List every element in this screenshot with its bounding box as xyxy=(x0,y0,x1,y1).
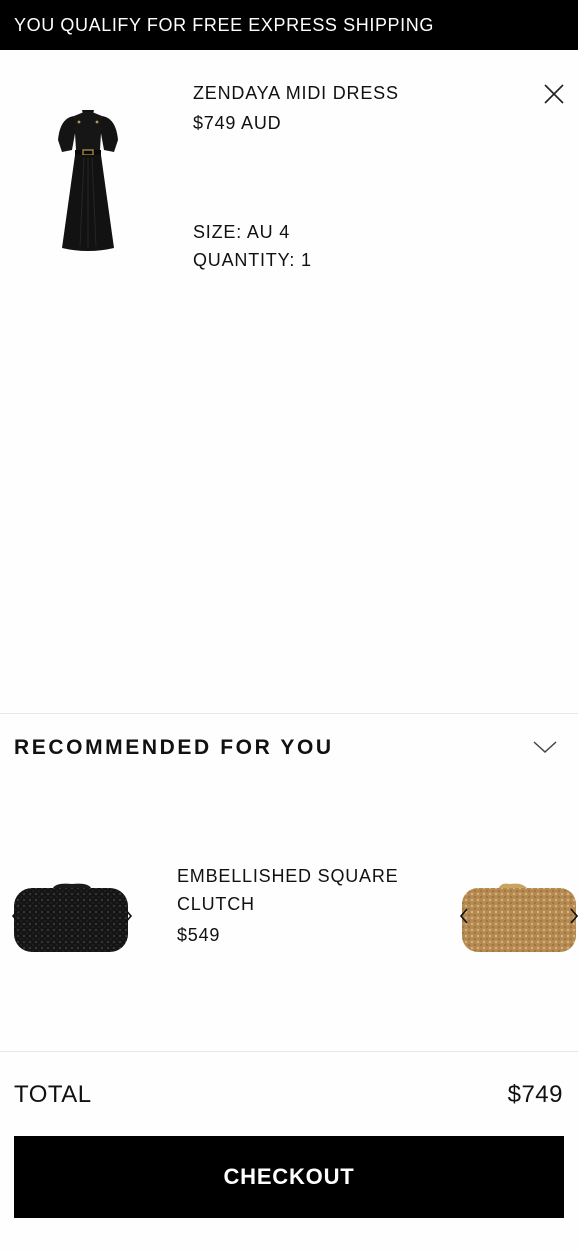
product-quantity: QUANTITY: 1 xyxy=(193,250,312,270)
recommended-product-name-line2[interactable]: CLUTCH xyxy=(177,894,255,915)
recommended-product-price: $549 xyxy=(177,925,221,945)
chevron-right-icon[interactable] xyxy=(120,906,136,926)
total-value: $749 xyxy=(507,1081,563,1108)
recommended-title: RECOMMENDED FOR YOU xyxy=(14,736,334,759)
product-image[interactable] xyxy=(458,880,578,956)
chevron-left-icon[interactable] xyxy=(8,906,24,926)
chevron-down-icon[interactable] xyxy=(530,734,560,760)
checkout-button[interactable]: CHECKOUT xyxy=(14,1136,564,1218)
recommendation-carousel: EMBELLISHED SQUARE CLUTCH $549 xyxy=(0,840,578,990)
free-shipping-banner: YOU QUALIFY FOR FREE EXPRESS SHIPPING xyxy=(0,0,578,50)
product-size: SIZE: AU 4 xyxy=(193,222,291,242)
recommended-product-name[interactable]: EMBELLISHED SQUARE xyxy=(177,866,398,887)
chevron-right-icon[interactable] xyxy=(566,906,578,926)
section-divider xyxy=(0,1051,578,1052)
total-label: TOTAL xyxy=(14,1081,92,1108)
product-image[interactable] xyxy=(48,106,128,256)
close-icon[interactable] xyxy=(540,80,568,108)
section-divider xyxy=(0,713,578,714)
product-image[interactable] xyxy=(10,880,132,956)
product-price: $749 AUD xyxy=(193,113,282,133)
product-name[interactable]: ZENDAYA MIDI DRESS xyxy=(193,83,399,104)
cart-item: ZENDAYA MIDI DRESS $749 AUD SIZE: AU 4 Q… xyxy=(0,50,578,310)
banner-text: YOU QUALIFY FOR FREE EXPRESS SHIPPING xyxy=(14,15,434,35)
chevron-left-icon[interactable] xyxy=(456,906,472,926)
